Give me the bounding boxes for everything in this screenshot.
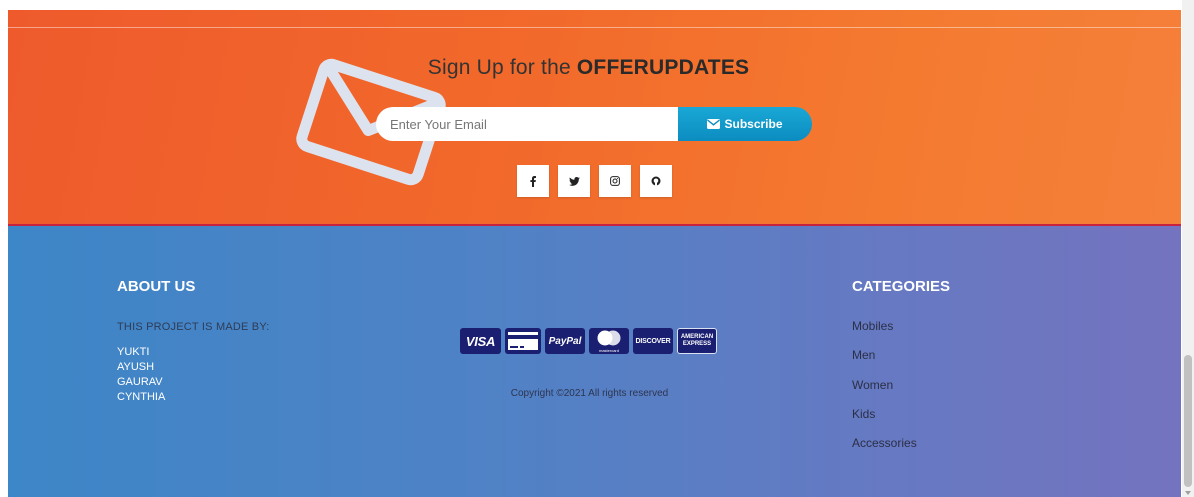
category-link-accessories[interactable]: Accessories <box>852 436 917 465</box>
newsletter-section: Sign Up for the OFFERUPDATES Subscribe <box>8 10 1181 226</box>
about-subtitle: THIS PROJECT IS MADE BY: <box>117 321 270 333</box>
paypal-card-icon: PayPal <box>545 328 585 354</box>
team-name: YUKTI <box>117 346 150 358</box>
about-title: ABOUT US <box>117 278 196 295</box>
email-input[interactable] <box>376 107 686 141</box>
visa-card-icon: VISA <box>460 328 501 354</box>
top-line <box>8 27 1181 28</box>
github-icon <box>651 176 661 186</box>
copyright-text: Copyright ©2021 All rights reserved <box>510 388 669 399</box>
team-name: AYUSH <box>117 361 155 373</box>
footer-page: Sign Up for the OFFERUPDATES Subscribe <box>8 10 1181 497</box>
amex-card-icon: AMERICAN EXPRESS <box>677 328 717 354</box>
discover-card-icon: DISCOVER <box>633 328 673 354</box>
page-scrollbar[interactable] <box>1182 0 1194 497</box>
instagram-link[interactable] <box>599 165 631 197</box>
instagram-icon <box>610 176 620 186</box>
github-link[interactable] <box>640 165 672 197</box>
signup-title: Sign Up for the OFFERUPDATES <box>427 56 750 79</box>
subscribe-label: Subscribe <box>724 117 783 131</box>
mastercard-card-icon: mastercard <box>589 328 629 354</box>
category-link-mobiles[interactable]: Mobiles <box>852 319 917 348</box>
category-link-women[interactable]: Women <box>852 378 917 407</box>
twitter-link[interactable] <box>558 165 590 197</box>
facebook-icon <box>530 175 536 187</box>
mail-icon <box>707 119 721 129</box>
twitter-icon <box>568 176 580 186</box>
facebook-link[interactable] <box>517 165 549 197</box>
footer-section <box>8 226 1181 497</box>
category-link-men[interactable]: Men <box>852 348 917 377</box>
scroll-down-arrow-icon[interactable] <box>1185 491 1191 495</box>
subscribe-button[interactable]: Subscribe <box>678 107 812 141</box>
category-link-kids[interactable]: Kids <box>852 407 917 436</box>
categories-list: Mobiles Men Women Kids Accessories <box>852 319 917 465</box>
signup-title-strong: OFFERUPDATES <box>576 56 750 79</box>
payment-cards: VISA PayPal mastercard DISCOVER AMERICAN… <box>460 328 717 354</box>
scrollbar-thumb[interactable] <box>1184 355 1192 487</box>
categories-title: CATEGORIES <box>852 278 951 295</box>
credit-card-icon <box>505 328 541 354</box>
